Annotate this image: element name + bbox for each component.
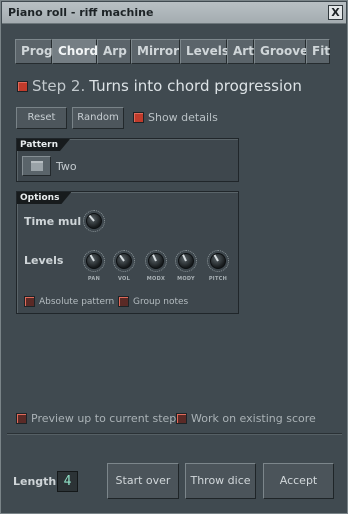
folder-icon xyxy=(31,161,43,171)
bottom-divider xyxy=(7,433,342,434)
pattern-name: Two xyxy=(56,160,77,173)
group-notes-label: Group notes xyxy=(133,296,189,307)
throw-dice-button[interactable]: Throw dice xyxy=(185,463,256,499)
time-mul-knob[interactable] xyxy=(83,210,105,232)
pitch-knob[interactable] xyxy=(207,250,229,272)
tab-chord[interactable]: Chord xyxy=(52,39,98,64)
pan-knob-label: PAN xyxy=(87,276,101,282)
pattern-header: Pattern xyxy=(17,139,70,151)
reset-button[interactable]: Reset xyxy=(16,107,67,129)
accept-button[interactable]: Accept xyxy=(263,463,334,499)
title-bar[interactable]: Piano roll - riff machine X xyxy=(2,2,346,24)
length-label: Length xyxy=(13,475,57,488)
mody-knob[interactable] xyxy=(175,250,197,272)
absolute-pattern-checkbox[interactable] xyxy=(24,296,35,307)
levels-label: Levels xyxy=(24,254,64,267)
step-description: Turns into chord progression xyxy=(89,77,302,95)
step-label: Step 2. xyxy=(32,77,86,95)
tab-fit[interactable]: Fit xyxy=(306,39,330,64)
step-header: Step 2. Turns into chord progression xyxy=(17,77,302,95)
group-notes-toggle[interactable]: Group notes xyxy=(118,296,188,307)
time-mul-label: Time mul xyxy=(24,215,82,228)
preview-label: Preview up to current step xyxy=(31,412,177,425)
tab-mirror[interactable]: Mirror xyxy=(131,39,180,64)
tab-prog[interactable]: Prog xyxy=(15,39,53,64)
close-icon[interactable]: X xyxy=(328,5,343,20)
random-button[interactable]: Random xyxy=(72,107,124,129)
tab-bar: Prog Chord Arp Mirror Levels Art Groove … xyxy=(15,39,330,64)
length-value[interactable]: 4 xyxy=(57,471,78,492)
pitch-knob-label: PITCH xyxy=(208,276,228,282)
group-notes-checkbox[interactable] xyxy=(118,296,129,307)
preview-checkbox[interactable] xyxy=(16,413,27,424)
work-existing-toggle[interactable]: Work on existing score xyxy=(176,412,316,425)
modx-knob-label: MODX xyxy=(146,276,166,282)
preview-toggle[interactable]: Preview up to current step xyxy=(16,412,176,425)
options-header: Options xyxy=(17,192,71,204)
vol-knob[interactable] xyxy=(113,250,135,272)
pattern-browse-button[interactable] xyxy=(22,156,51,176)
absolute-pattern-label: Absolute pattern xyxy=(39,296,115,307)
vol-knob-label: VOL xyxy=(117,276,131,282)
window-title: Piano roll - riff machine xyxy=(8,6,154,19)
start-over-button[interactable]: Start over xyxy=(107,463,179,499)
modx-knob[interactable] xyxy=(145,250,167,272)
mody-knob-label: MODY xyxy=(177,276,195,282)
options-panel: Options Time mul Levels PAN VOL MODX MOD… xyxy=(16,191,239,314)
tab-groove[interactable]: Groove xyxy=(254,39,308,64)
work-existing-checkbox[interactable] xyxy=(176,413,187,424)
show-details-label: Show details xyxy=(148,111,218,124)
work-existing-label: Work on existing score xyxy=(191,412,316,425)
pattern-panel: Pattern Two xyxy=(16,138,239,182)
show-details-checkbox[interactable] xyxy=(133,112,144,123)
riff-machine-window: Piano roll - riff machine X Prog Chord A… xyxy=(0,0,348,514)
pan-knob[interactable] xyxy=(83,250,105,272)
tab-art[interactable]: Art xyxy=(227,39,254,64)
show-details-toggle[interactable]: Show details xyxy=(133,111,218,124)
absolute-pattern-toggle[interactable]: Absolute pattern xyxy=(24,296,114,307)
step-checkbox[interactable] xyxy=(17,80,28,92)
tab-levels[interactable]: Levels xyxy=(180,39,229,64)
tab-arp[interactable]: Arp xyxy=(97,39,131,64)
